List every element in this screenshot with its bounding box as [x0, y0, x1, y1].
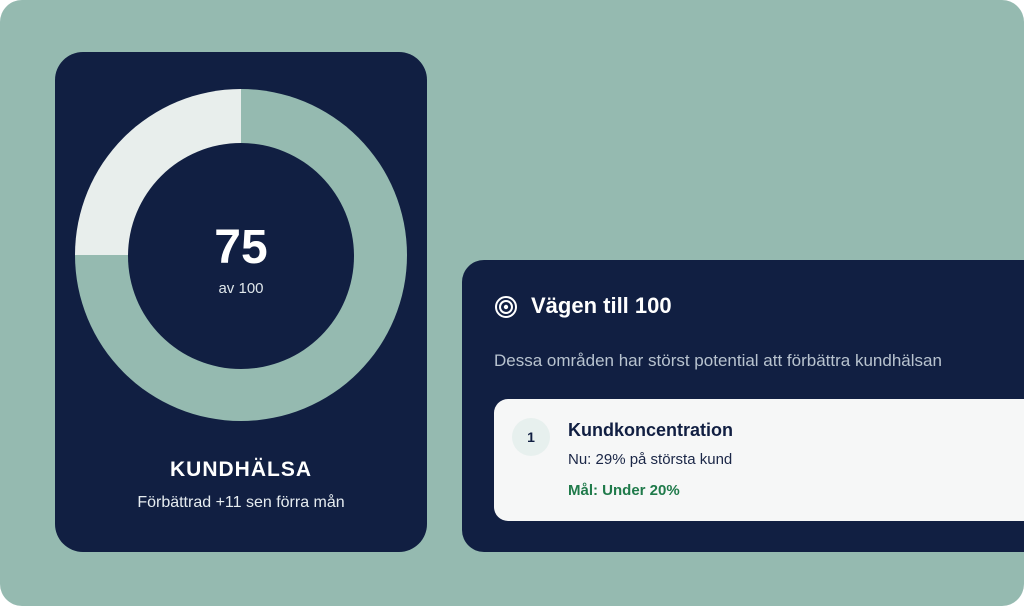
page-background: 75 av 100 KUNDHÄLSA Förbättrad +11 sen f… [0, 0, 1024, 606]
road-title: Vägen till 100 [531, 293, 672, 318]
improvement-item-title: Kundkoncentration [568, 420, 733, 440]
target-icon [494, 295, 518, 319]
road-description: Dessa områden har störst potential att f… [494, 351, 942, 370]
health-score-value: 75 [214, 221, 268, 274]
improvement-item-goal: Mål: Under 20% [568, 482, 680, 499]
health-change-text: Förbättrad +11 sen förra mån [137, 494, 345, 511]
improvement-item-number: 1 [512, 418, 550, 456]
health-card-title: KUNDHÄLSA [170, 458, 312, 481]
improvement-item-current: Nu: 29% på största kund [568, 451, 733, 468]
health-score-max: av 100 [218, 280, 264, 297]
